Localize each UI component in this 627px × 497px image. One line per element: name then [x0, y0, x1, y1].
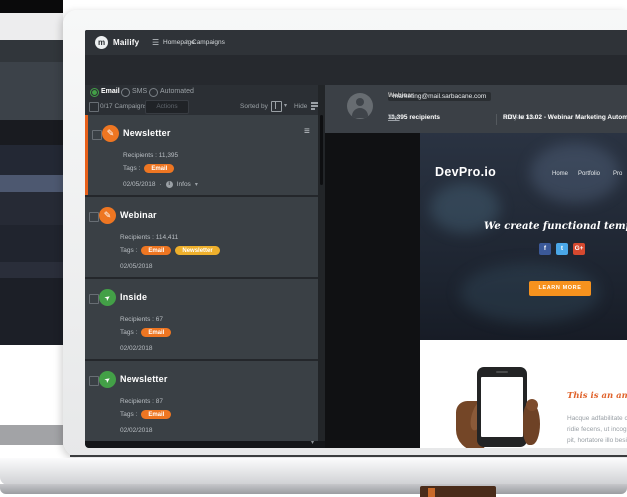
- campaign-card-inside[interactable]: ➤ Inside Recipients : 67 Tags : Email 02…: [85, 279, 318, 359]
- tag-pill-email[interactable]: Email: [141, 410, 172, 419]
- campaign-checkbox[interactable]: [92, 130, 102, 140]
- page: m Mailify ☰ Homepage › Campaigns Jan 07 …: [0, 0, 627, 497]
- campaign-recipients: Recipients : 67: [120, 316, 163, 323]
- selection-count: 0/17 Campaigns: [100, 103, 148, 110]
- tag-pill-email[interactable]: Email: [141, 246, 172, 255]
- campaign-title: Inside: [120, 292, 148, 302]
- email-nav-home[interactable]: Home: [552, 171, 568, 177]
- chevron-down-icon[interactable]: ▾: [195, 181, 198, 188]
- breadcrumb-homepage[interactable]: Homepage: [163, 39, 195, 46]
- background-hand-image: [420, 486, 496, 497]
- sorted-by-label: Sorted by: [240, 103, 268, 110]
- campaign-date: 02/02/2018: [120, 345, 153, 352]
- campaign-checkbox[interactable]: [89, 294, 99, 304]
- email-preview: DevPro.io Home Portfolio Pro We create f…: [420, 133, 627, 448]
- campaign-title: Webinar: [120, 210, 157, 220]
- card-menu-icon[interactable]: ≡: [304, 126, 310, 137]
- sent-plane-icon: ➤: [99, 289, 116, 306]
- infos-dropdown[interactable]: Infos: [177, 181, 191, 188]
- google-plus-icon[interactable]: G+: [573, 243, 585, 255]
- hamburger-menu-icon[interactable]: ☰: [152, 38, 159, 47]
- mailify-app-screen: m Mailify ☰ Homepage › Campaigns Jan 07 …: [85, 30, 627, 448]
- campaign-date: 02/02/2018: [120, 427, 153, 434]
- phone-image: [477, 367, 527, 447]
- email-brand-logo: DevPro.io: [435, 165, 497, 179]
- radio-sms-label[interactable]: SMS: [132, 88, 147, 95]
- email-body-line: Hacque adfabilitate co: [567, 415, 627, 422]
- chevron-down-icon[interactable]: ▾: [284, 102, 287, 109]
- info-icon[interactable]: i: [165, 181, 173, 188]
- from-email: marketing@mail.sarbacane.com: [388, 92, 492, 101]
- radio-email-label[interactable]: Email: [101, 88, 120, 95]
- sender-avatar: [347, 93, 373, 119]
- campaign-card-newsletter-1[interactable]: ✎ Newsletter ≡ Recipients : 11,395 Tags …: [85, 115, 318, 195]
- mailify-logo-icon: m: [95, 36, 108, 49]
- campaign-checkbox[interactable]: [89, 212, 99, 222]
- tag-pill-email[interactable]: Email: [141, 328, 172, 337]
- twitter-icon[interactable]: t: [556, 243, 568, 255]
- see-link[interactable]: See: [388, 114, 400, 121]
- learn-more-button[interactable]: LEARN MORE: [529, 281, 591, 296]
- sent-plane-icon: ➤: [99, 371, 116, 388]
- tag-pill-email[interactable]: Email: [144, 164, 175, 173]
- campaign-recipients: Recipients : 87: [120, 398, 163, 405]
- radio-automated[interactable]: [149, 88, 158, 97]
- campaign-recipients: Recipients : 11,395: [123, 152, 179, 159]
- campaign-date: 02/05/2018: [120, 263, 153, 270]
- finger-image: [526, 399, 538, 411]
- draft-pencil-icon: ✎: [99, 207, 116, 224]
- email-hero-image: DevPro.io Home Portfolio Pro We create f…: [420, 133, 627, 340]
- tags-label: Tags :: [120, 329, 138, 336]
- sort-layout-icon[interactable]: [271, 101, 282, 112]
- breadcrumb-separator-icon: ›: [186, 38, 189, 45]
- email-hero-tagline: We create functional templates: [484, 221, 627, 232]
- background-blurred-window: [0, 0, 63, 445]
- draft-pencil-icon: ✎: [102, 125, 119, 142]
- campaign-card-webinar[interactable]: ✎ Webinar Recipients : 114,411 Tags : Em…: [85, 197, 318, 277]
- campaign-checkbox[interactable]: [89, 376, 99, 386]
- facebook-icon[interactable]: f: [539, 243, 551, 255]
- breadcrumb-campaigns[interactable]: Campaigns: [192, 39, 225, 46]
- email-nav-portfolio[interactable]: Portfolio: [578, 171, 600, 177]
- email-body-line: ridie fecens, ut incogn: [567, 426, 627, 433]
- radio-automated-label[interactable]: Automated: [160, 88, 194, 95]
- campaign-title: Newsletter: [123, 128, 171, 138]
- app-topbar: m Mailify ☰ Homepage › Campaigns: [85, 30, 627, 55]
- divider: [496, 114, 497, 125]
- dot-separator: ·: [159, 181, 162, 188]
- scroll-down-chevron-icon[interactable]: ▾: [311, 439, 314, 446]
- tags-label: Tags :: [120, 247, 138, 254]
- laptop-base-edge: [0, 484, 627, 494]
- tags-label: Tags :: [123, 165, 141, 172]
- radio-email[interactable]: [90, 88, 99, 97]
- hide-label: Hide: [294, 103, 308, 110]
- actions-button[interactable]: Actions: [145, 100, 189, 114]
- list-scrollbar-thumb[interactable]: [320, 115, 323, 185]
- email-body-line: pit, hortatore illo besi: [567, 437, 627, 444]
- laptop-hinge-line: [70, 455, 627, 457]
- subject-value: RDV le 13.02 - Webinar Marketing Automat…: [503, 114, 627, 121]
- campaign-recipients: Recipients : 114,411: [120, 234, 179, 241]
- radio-sms[interactable]: [121, 88, 130, 97]
- laptop-base: [0, 458, 627, 485]
- campaign-date: 02/05/2018: [123, 181, 156, 188]
- email-nav-pro[interactable]: Pro: [613, 171, 622, 177]
- tags-label: Tags :: [120, 411, 138, 418]
- campaign-title: Newsletter: [120, 374, 168, 384]
- app-title: Mailify: [113, 38, 140, 47]
- select-all-checkbox[interactable]: [89, 102, 99, 112]
- filter-bar: Jan 07 2018 - Feb 05 2018 ▾ Tags Email ▾: [85, 55, 627, 103]
- list-bottom-bar: [85, 441, 325, 448]
- tag-pill-newsletter[interactable]: Newsletter: [175, 246, 220, 255]
- campaign-card-newsletter-2[interactable]: ➤ Newsletter Recipients : 87 Tags : Emai…: [85, 361, 318, 441]
- email-section-heading: This is an amazing: [567, 391, 627, 401]
